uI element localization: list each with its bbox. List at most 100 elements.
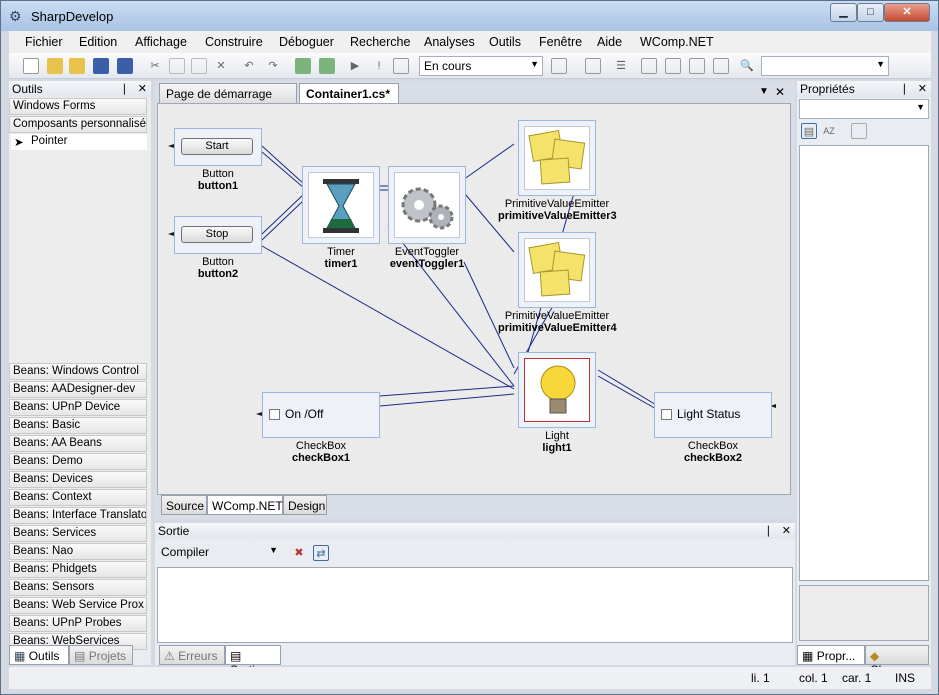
pin-icon[interactable]: ❘ — [900, 82, 909, 95]
toolbox-category[interactable]: Beans: Basic — [9, 417, 147, 434]
toolbox-category[interactable]: Beans: Web Service Prox — [9, 597, 147, 614]
search-icon[interactable]: 🔍 — [739, 58, 755, 74]
stop-icon[interactable] — [393, 58, 409, 74]
menu-construire[interactable]: Construire — [205, 35, 263, 49]
toolbox-category[interactable]: Composants personnalisé — [9, 116, 147, 133]
menu-deboguer[interactable]: Déboguer — [279, 35, 334, 49]
word-wrap-icon[interactable]: ⇄ — [313, 545, 329, 561]
toolbox-category[interactable]: Beans: Windows Control — [9, 363, 147, 380]
start-button[interactable]: Start — [181, 138, 253, 155]
toolbox-category[interactable]: Beans: Context — [9, 489, 147, 506]
component-checkbox1[interactable]: On /Off — [262, 392, 380, 438]
pin-icon[interactable]: ❘ — [120, 82, 129, 95]
menu-fenetre[interactable]: Fenêtre — [539, 35, 582, 49]
redo-icon[interactable]: ↷ — [265, 58, 281, 74]
tab-wcomp[interactable]: WComp.NET — [207, 495, 283, 515]
toolbox-category[interactable]: Beans: UPnP Probes — [9, 615, 147, 632]
toolbox-category[interactable]: Beans: Services — [9, 525, 147, 542]
run-icon[interactable]: ▶ — [347, 58, 363, 74]
tab-container1[interactable]: Container1.cs* — [299, 83, 399, 103]
checkbox-box[interactable] — [661, 409, 672, 421]
component-pve3[interactable] — [518, 120, 596, 196]
clear-output-icon[interactable]: ✖ — [291, 545, 307, 561]
menu-aide[interactable]: Aide — [597, 35, 622, 49]
copy-icon[interactable] — [169, 58, 185, 74]
menu-wcomp[interactable]: WComp.NET — [640, 35, 714, 49]
new-file-icon[interactable] — [23, 58, 39, 74]
navigate-back-icon[interactable] — [551, 58, 567, 74]
toolbox-category[interactable]: Beans: Sensors — [9, 579, 147, 596]
paste-icon[interactable] — [191, 58, 207, 74]
properties-object-combo[interactable]: ▼ — [799, 99, 929, 119]
configuration-combo[interactable]: En cours ▼ — [419, 56, 543, 76]
maximize-button[interactable]: □ — [857, 3, 884, 22]
menu-edition[interactable]: Edition — [79, 35, 117, 49]
toolbox-category[interactable]: Windows Forms — [9, 98, 147, 115]
component-eventtoggler1[interactable] — [388, 166, 466, 244]
component-timer1[interactable] — [302, 166, 380, 244]
tab-sortie[interactable]: ▤ Sortie — [225, 645, 281, 677]
toolbox-category[interactable]: Beans: Devices — [9, 471, 147, 488]
categorized-icon[interactable]: ▤ — [801, 123, 817, 139]
component-checkbox2[interactable]: Light Status — [654, 392, 772, 438]
prev-bookmark-icon[interactable] — [665, 58, 681, 74]
pointer-item[interactable]: ➤ Pointer — [11, 134, 147, 150]
save-icon[interactable] — [93, 58, 109, 74]
undo-icon[interactable]: ↶ — [241, 58, 257, 74]
open-folder-icon[interactable] — [47, 58, 63, 74]
component-light1[interactable] — [518, 352, 596, 428]
pin-icon[interactable]: ❘ — [764, 524, 773, 537]
navigate-forward-icon[interactable] — [585, 58, 601, 74]
alphabetical-icon[interactable]: AZ — [821, 123, 837, 139]
menu-affichage[interactable]: Affichage — [135, 35, 187, 49]
rebuild-icon[interactable] — [319, 58, 335, 74]
search-combo[interactable]: ▼ — [761, 56, 889, 76]
delete-icon[interactable]: ✕ — [213, 58, 229, 74]
bookmark-icon[interactable] — [641, 58, 657, 74]
tab-list-icon[interactable]: ▼ — [759, 86, 769, 97]
next-bookmark-icon[interactable] — [689, 58, 705, 74]
clear-bookmarks-icon[interactable] — [713, 58, 729, 74]
tab-classes[interactable]: ◆ Classes — [865, 645, 929, 677]
tab-erreurs[interactable]: ⚠ Erreurs — [159, 645, 225, 665]
component-button1[interactable]: Start — [174, 128, 262, 166]
menu-outils[interactable]: Outils — [489, 35, 521, 49]
property-pages-icon[interactable] — [851, 123, 867, 139]
toolbox-category[interactable]: Beans: Interface Translato — [9, 507, 147, 524]
close-panel-icon[interactable]: ✕ — [918, 82, 927, 95]
component-pve4[interactable] — [518, 232, 596, 308]
close-button[interactable]: ✕ — [884, 3, 930, 22]
close-panel-icon[interactable]: ✕ — [782, 524, 791, 537]
tab-projets[interactable]: ▤ Projets — [69, 645, 133, 665]
toolbox-category[interactable]: Beans: Nao — [9, 543, 147, 560]
menu-analyses[interactable]: Analyses — [424, 35, 475, 49]
toolbox-category[interactable]: Beans: Phidgets — [9, 561, 147, 578]
design-canvas[interactable]: Start Button button1 Stop Button button2 T… — [157, 103, 791, 495]
menu-recherche[interactable]: Recherche — [350, 35, 410, 49]
properties-grid[interactable] — [799, 145, 929, 581]
cut-icon[interactable]: ✂ — [147, 58, 163, 74]
toolbox-category[interactable]: Beans: UPnP Device — [9, 399, 147, 416]
component-button2[interactable]: Stop — [174, 216, 262, 254]
tab-design[interactable]: Design — [283, 495, 327, 515]
comment-icon[interactable]: ☰ — [613, 58, 629, 74]
tab-proprietes[interactable]: ▦ Propr... — [797, 645, 865, 665]
tab-source[interactable]: Source — [161, 495, 207, 515]
close-tab-icon[interactable]: ✕ — [775, 85, 785, 99]
toolbox-category[interactable]: Beans: AADesigner-dev — [9, 381, 147, 398]
output-text-area[interactable] — [157, 567, 793, 643]
output-source-combo[interactable]: Compiler ▼ — [157, 543, 281, 563]
light-status-checkbox[interactable]: Light Status — [661, 407, 740, 421]
menu-fichier[interactable]: Fichier — [25, 35, 63, 49]
build-icon[interactable] — [295, 58, 311, 74]
minimize-button[interactable]: ▁ — [830, 3, 857, 22]
tab-start-page[interactable]: Page de démarrage — [159, 83, 297, 103]
onoff-checkbox[interactable]: On /Off — [269, 407, 323, 421]
stop-button[interactable]: Stop — [181, 226, 253, 243]
save-all-icon[interactable] — [117, 58, 133, 74]
toolbox-category[interactable]: Beans: AA Beans — [9, 435, 147, 452]
checkbox-box[interactable] — [269, 409, 280, 421]
tab-outils[interactable]: ▦ Outils — [9, 645, 69, 665]
close-panel-icon[interactable]: ✕ — [138, 82, 147, 95]
open-project-icon[interactable] — [69, 58, 85, 74]
